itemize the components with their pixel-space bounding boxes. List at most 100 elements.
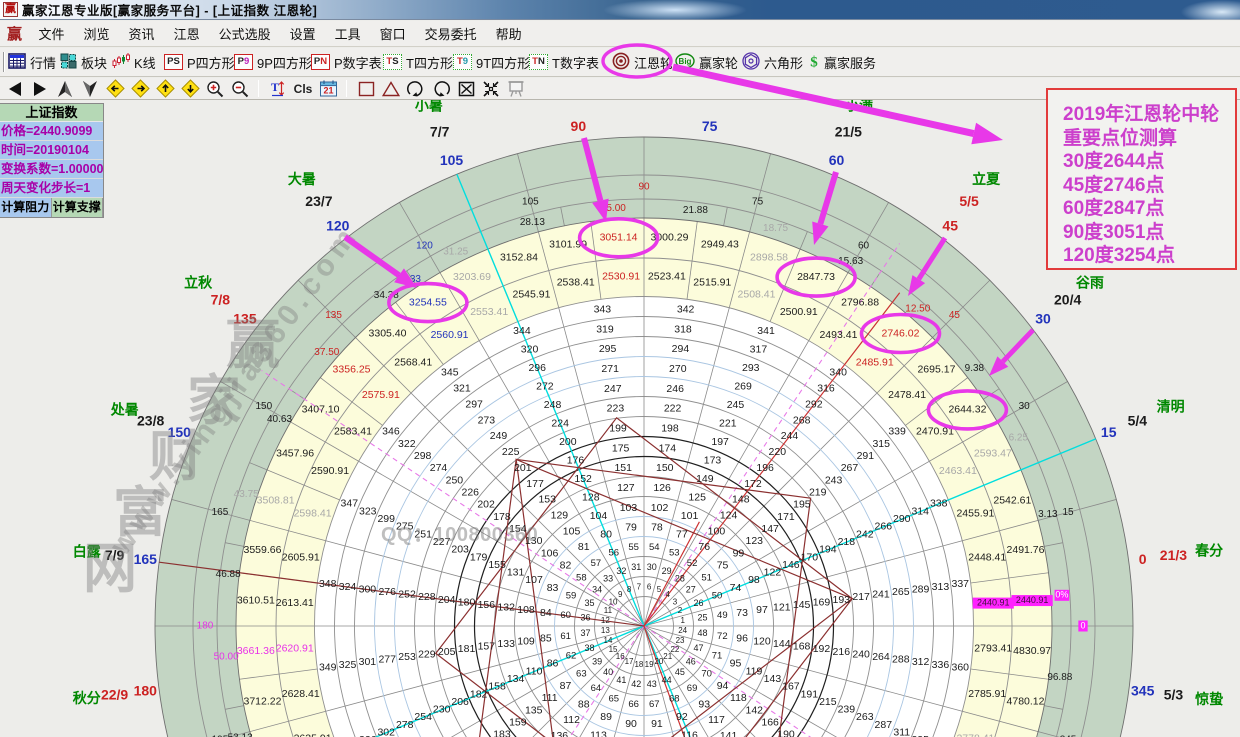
wheel-label: 28.13 xyxy=(520,217,545,228)
menu-window[interactable]: 窗口 xyxy=(370,24,415,45)
wheel-label: 81 xyxy=(578,541,590,553)
wheel-label: 199 xyxy=(609,422,627,434)
diamond-left-icon[interactable] xyxy=(105,80,125,98)
rect-tool-icon[interactable] xyxy=(356,80,376,98)
calendar-icon[interactable]: 21 xyxy=(318,80,338,98)
wheel-label: 3661.36 xyxy=(237,645,275,657)
price-row: 价格=2440.9099 xyxy=(0,122,103,141)
wheel-label: 100 xyxy=(708,525,726,537)
toolbar-bankuai-button[interactable]: 板块 xyxy=(60,48,107,76)
toolbar-service-button[interactable]: $赢家服务 xyxy=(808,48,876,76)
center-arrows-icon[interactable] xyxy=(481,80,501,98)
axis-scale-icon[interactable]: T xyxy=(268,80,288,98)
toolbar-hexagon-button[interactable]: 六角形 xyxy=(742,48,803,76)
svg-text:$: $ xyxy=(810,54,818,69)
wheel-label: 102 xyxy=(651,502,669,514)
toolbar-kline-button[interactable]: K线 xyxy=(112,48,156,76)
wheel-label: 109 xyxy=(517,635,535,647)
zoom-out-icon[interactable] xyxy=(230,80,250,98)
diamond-up-icon[interactable] xyxy=(155,80,175,98)
toolbar-9t4-button[interactable]: T99T四方形 xyxy=(453,48,530,76)
wheel-label: 148 xyxy=(732,494,750,506)
wheel-label: 21.88 xyxy=(683,205,708,216)
wheel-label: 30 xyxy=(1019,401,1031,412)
diamond-right-icon[interactable] xyxy=(130,80,150,98)
wheel-label: 90 xyxy=(625,718,637,730)
easel-icon[interactable] xyxy=(506,80,526,98)
wheel-label: 192 xyxy=(813,643,831,655)
prev-arrow-icon[interactable] xyxy=(5,80,25,98)
menu-settings[interactable]: 设置 xyxy=(280,24,325,45)
wheel-label: 2470.91 xyxy=(916,425,954,437)
toolbar-label: 行情 xyxy=(30,53,56,72)
toolbar-t4-button[interactable]: TST四方形 xyxy=(383,48,453,76)
toolbar-yingjialun-button[interactable]: Big赢家轮 xyxy=(675,48,738,76)
wheel-label: 269 xyxy=(734,380,752,392)
menu-formula-pick[interactable]: 公式选股 xyxy=(209,24,280,45)
wheel-label: 谷雨 xyxy=(1076,275,1104,291)
wheel-label: 2785.91 xyxy=(968,688,1006,700)
diamond-down-icon[interactable] xyxy=(180,80,200,98)
wheel-label: 2598.41 xyxy=(294,507,332,519)
menu-file[interactable]: 文件 xyxy=(29,24,74,45)
menu-browse[interactable]: 浏览 xyxy=(74,24,119,45)
toolbar-9p4-button[interactable]: P99P四方形 xyxy=(234,48,312,76)
wheel-label: 11 xyxy=(604,606,613,615)
toolbar-p4-button[interactable]: PSP四方形 xyxy=(164,48,235,76)
wheel-label: 41 xyxy=(616,675,626,685)
wheel-label: 113 xyxy=(590,730,607,737)
menu-gann[interactable]: 江恩 xyxy=(164,24,209,45)
wheel-label: 224 xyxy=(551,417,569,429)
menu-help[interactable]: 帮助 xyxy=(486,24,531,45)
zoom-in-icon[interactable] xyxy=(205,80,225,98)
next-arrow-icon[interactable] xyxy=(30,80,50,98)
triangle-tool-icon[interactable] xyxy=(381,80,401,98)
menu-news[interactable]: 资讯 xyxy=(119,24,164,45)
wheel-label: 220 xyxy=(769,446,787,458)
wheel-label: 225 xyxy=(502,446,520,458)
cls-button[interactable]: Cls xyxy=(293,80,313,98)
wheel-label: 2542.61 xyxy=(993,495,1031,507)
wheel-label: 171 xyxy=(777,511,795,523)
menu-tools[interactable]: 工具 xyxy=(325,24,370,45)
wheel-label: 218 xyxy=(838,536,856,548)
arc-ccw-icon[interactable] xyxy=(406,80,426,98)
wheel-label: 49 xyxy=(717,610,728,621)
wheel-label: 169 xyxy=(813,596,831,608)
wheel-label: 152 xyxy=(574,473,592,485)
wheel-label: 243 xyxy=(825,474,843,486)
annotation-box: 2019年江恩轮中轮重要点位测算30度2644点45度2746点60度2847点… xyxy=(1046,88,1237,270)
wheel-label: 254 xyxy=(414,711,432,723)
arc-cw-icon[interactable] xyxy=(431,80,451,98)
wheel-label: 46 xyxy=(686,656,696,666)
wheel-label: 248 xyxy=(544,399,562,411)
menu-trade[interactable]: 交易委托 xyxy=(415,24,486,45)
wheel-label: 30 xyxy=(647,562,657,572)
xbox-tool-icon[interactable] xyxy=(456,80,476,98)
toolbar-hangqing-button[interactable]: 行情 xyxy=(8,48,56,76)
toolbar-tnum-button[interactable]: TNT数字表 xyxy=(529,48,599,76)
calc-resistance-button[interactable]: 计算阻力 xyxy=(0,198,52,217)
toolbar-pnum-button[interactable]: PNP数字表 xyxy=(311,48,382,76)
pointer-up-icon[interactable] xyxy=(55,80,75,98)
wheel-label: 35 xyxy=(584,598,594,608)
wheel-label: 20/4 xyxy=(1054,292,1081,308)
kline-icon xyxy=(112,52,130,72)
wheel-label: 112 xyxy=(563,714,580,726)
wheel-label: 271 xyxy=(601,363,619,375)
wheel-label: 90 xyxy=(638,182,650,193)
calc-support-button[interactable]: 计算支撑 xyxy=(52,198,104,217)
toolbar-gannwheel-button[interactable]: 江恩轮 xyxy=(612,48,673,76)
pointer-down-icon[interactable] xyxy=(80,80,100,98)
wheel-label: 183 xyxy=(493,729,511,737)
wheel-label: 95 xyxy=(730,658,742,670)
wheel-label: 90 xyxy=(571,118,587,134)
annotation-line-3: 45度2746点 xyxy=(1063,174,1235,198)
wheel-label: 289 xyxy=(912,583,930,595)
wheel-label: 2440.91 xyxy=(1016,595,1049,605)
wheel-label: 276 xyxy=(378,586,396,598)
wheel-label: 106 xyxy=(541,547,559,559)
wheel-label: 31.25 xyxy=(443,246,468,257)
wheel-label: 27 xyxy=(686,584,696,594)
wheel-label: 立秋 xyxy=(184,275,213,291)
